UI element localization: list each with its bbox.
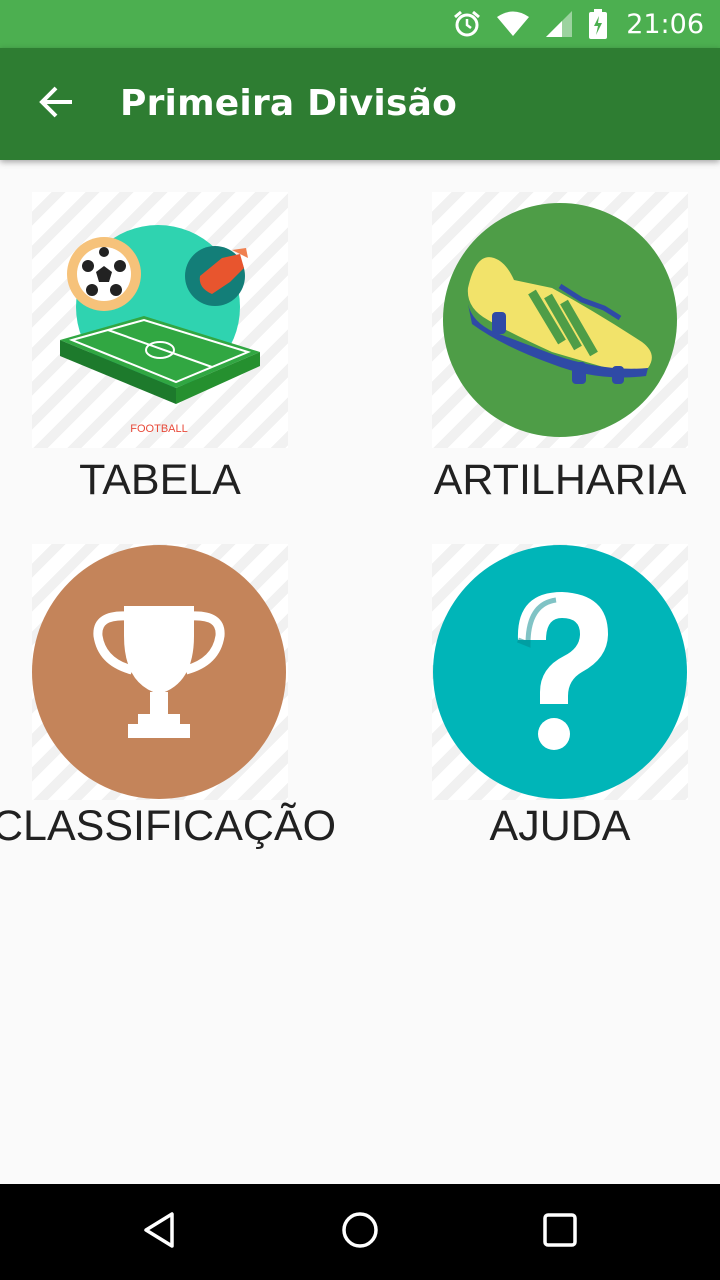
nav-back-button[interactable] <box>100 1184 220 1280</box>
football-field-icon: FOOTBALL <box>60 225 260 435</box>
classificacao-image <box>32 544 288 800</box>
clock: 21:06 <box>626 8 704 40</box>
app-bar: Primeira Divisão <box>0 48 720 160</box>
page-title: Primeira Divisão <box>120 83 458 124</box>
arrow-back-icon <box>38 84 74 124</box>
recents-square-icon <box>540 1210 580 1254</box>
home-circle-icon <box>340 1210 380 1254</box>
wifi-icon <box>496 10 530 38</box>
menu-item-tabela[interactable]: FOOTBALL TABELA <box>32 192 288 512</box>
nav-home-button[interactable] <box>300 1184 420 1280</box>
trophy-icon <box>32 545 286 799</box>
alarm-icon <box>452 9 482 39</box>
football-caption: FOOTBALL <box>130 423 187 435</box>
menu-item-label: TABELA <box>79 456 241 504</box>
navigation-bar <box>0 1184 720 1280</box>
status-icons: 21:06 <box>452 0 704 48</box>
help-icon <box>433 545 687 799</box>
menu-item-classificacao[interactable]: CLASSIFICAÇÃO <box>0 544 336 864</box>
menu-item-ajuda[interactable]: AJUDA <box>432 544 688 864</box>
menu-item-label: ARTILHARIA <box>433 456 687 504</box>
tabela-image: FOOTBALL <box>32 192 288 448</box>
artilharia-image <box>432 192 688 448</box>
menu-item-label: AJUDA <box>489 802 631 850</box>
ajuda-image <box>432 544 688 800</box>
football-boot-icon <box>443 203 677 437</box>
menu-item-label: CLASSIFICAÇÃO <box>0 802 337 850</box>
menu-item-artilharia[interactable]: ARTILHARIA <box>432 192 688 512</box>
back-triangle-icon <box>140 1210 180 1254</box>
status-bar: 21:06 <box>0 0 720 48</box>
battery-charging-icon <box>588 9 608 39</box>
back-button[interactable] <box>24 76 88 132</box>
signal-icon <box>544 9 574 39</box>
nav-recents-button[interactable] <box>500 1184 620 1280</box>
